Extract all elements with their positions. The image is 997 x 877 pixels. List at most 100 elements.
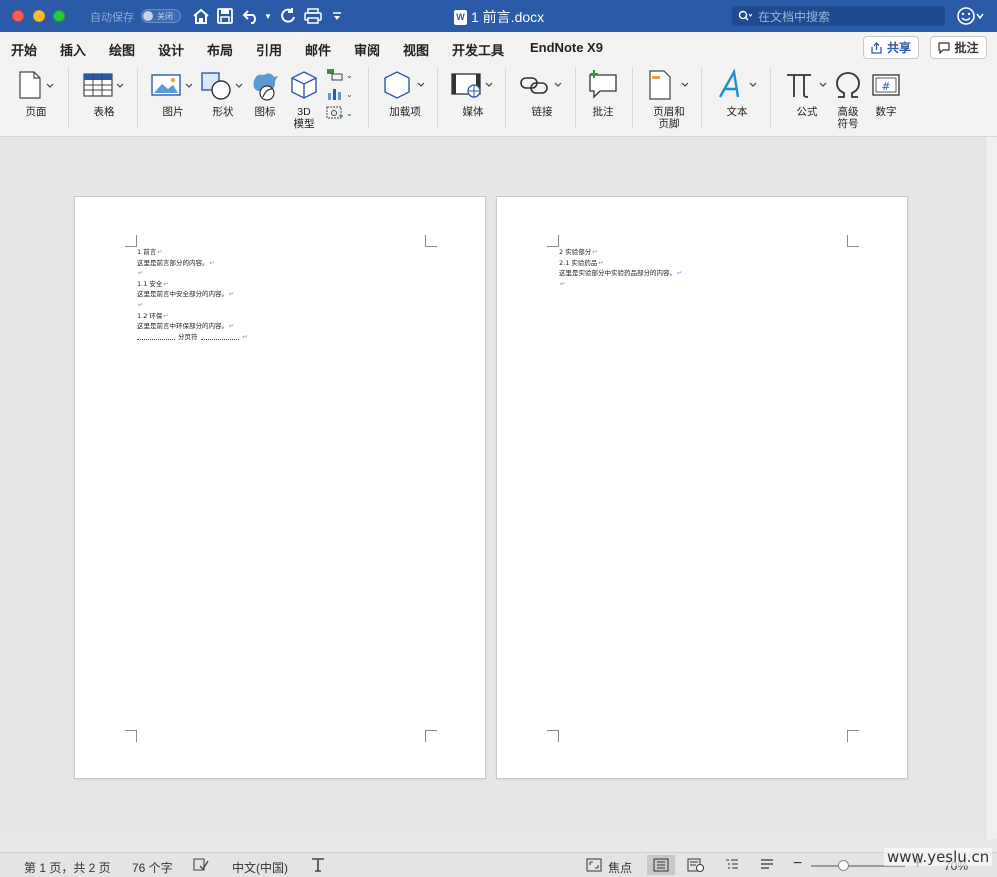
text-a-icon <box>718 69 757 98</box>
redo-icon[interactable] <box>278 6 298 26</box>
search-box[interactable]: 在文档中搜索 <box>732 6 945 26</box>
accessibility-icon[interactable] <box>310 857 326 876</box>
undo-icon[interactable]: ▼ <box>241 6 273 26</box>
document-page-2[interactable]: 2 实验部分↵ 2.1 实验药品↵ 这里是实验部分中实验药品部分的内容。↵ ↵ <box>496 196 908 779</box>
picture-icon <box>151 74 193 96</box>
crop-mark <box>425 730 437 742</box>
heading-2: 2.1 实验药品↵ <box>559 258 604 267</box>
icons-icon <box>253 73 278 101</box>
share-label: 共享 <box>886 41 911 55</box>
icons-button[interactable]: 图标 <box>248 68 282 118</box>
paragraph-mark: ↵ <box>229 290 235 299</box>
focus-icon[interactable] <box>586 858 602 875</box>
number-label: 数字 <box>875 106 897 118</box>
ribbon-divider <box>68 68 69 128</box>
maximize-window-button[interactable] <box>53 10 65 22</box>
link-button[interactable]: 链接 <box>519 68 565 118</box>
autosave-toggle[interactable]: 关闭 <box>141 9 181 23</box>
outline-view-button[interactable] <box>718 855 746 875</box>
tab-view[interactable]: 视图 <box>403 40 429 59</box>
document-title: W 1 前言.docx <box>454 7 544 27</box>
tab-endnote[interactable]: EndNote X9 <box>530 40 603 55</box>
screenshot-icon <box>326 106 343 119</box>
paragraph: 这里是前言部分的内容。↵ <box>137 258 215 267</box>
share-button[interactable]: 共享 <box>863 36 919 59</box>
paragraph-mark: ↵ <box>677 269 683 278</box>
table-label: 表格 <box>93 106 115 118</box>
print-layout-view-button[interactable] <box>647 855 675 875</box>
shapes-label: 形状 <box>212 106 234 118</box>
equation-button[interactable]: 公式 <box>784 68 830 118</box>
print-icon[interactable] <box>303 6 323 26</box>
link-label: 链接 <box>531 106 553 118</box>
new-comment-button[interactable]: 批注 <box>586 68 620 118</box>
crop-mark <box>125 730 137 742</box>
tab-draw[interactable]: 绘图 <box>109 40 135 59</box>
number-button[interactable]: # 数字 <box>872 68 900 118</box>
comments-button[interactable]: 批注 <box>930 36 987 59</box>
paragraph-mark: ↵ <box>592 248 598 256</box>
ribbon-divider <box>770 68 771 128</box>
addins-label: 加载项 <box>389 106 421 118</box>
ribbon-divider <box>368 68 369 128</box>
proofing-icon[interactable] <box>193 858 209 875</box>
tab-home[interactable]: 开始 <box>11 40 37 59</box>
table-button[interactable]: 表格 <box>82 68 126 118</box>
feedback-smiley-icon[interactable] <box>956 6 986 31</box>
pi-icon <box>787 74 827 98</box>
tab-developer[interactable]: 开发工具 <box>452 40 504 59</box>
language[interactable]: 中文(中国) <box>232 859 288 876</box>
page-label: 页面 <box>25 106 47 118</box>
web-layout-view-button[interactable] <box>682 855 710 875</box>
ribbon-divider <box>575 68 576 128</box>
document-page-1[interactable]: 1 前言↵ 这里是前言部分的内容。↵ ↵ 1.1 安全↵ 这里是前言中安全部分的… <box>74 196 486 779</box>
ribbon-divider <box>137 68 138 128</box>
vertical-scrollbar[interactable] <box>985 137 997 839</box>
share-icon <box>871 41 882 54</box>
customize-toolbar-icon[interactable] <box>330 6 344 26</box>
tab-references[interactable]: 引用 <box>256 40 282 59</box>
save-icon[interactable] <box>216 6 234 26</box>
smartart-chart-screenshot-group: ⌄ ⌄ ⌄ <box>326 68 353 120</box>
smartart-button[interactable]: ⌄ <box>326 68 353 82</box>
comments-label: 批注 <box>954 41 979 55</box>
paragraph-mark: ↵ <box>229 322 235 331</box>
watermark-text: www.yeslu.cn <box>884 848 993 866</box>
paragraph-mark: ↵ <box>209 258 215 267</box>
minimize-window-button[interactable] <box>33 10 45 22</box>
word-count[interactable]: 76 个字 <box>132 859 173 876</box>
media-film-icon <box>451 73 493 98</box>
tab-insert[interactable]: 插入 <box>60 40 87 65</box>
home-icon[interactable] <box>191 6 211 26</box>
tab-design[interactable]: 设计 <box>158 40 184 59</box>
focus-label[interactable]: 焦点 <box>608 859 632 876</box>
page-button[interactable]: 页面 <box>16 68 56 118</box>
chart-button[interactable]: ⌄ <box>326 87 353 101</box>
3d-models-button[interactable]: 3D 模型 <box>289 68 319 130</box>
crop-mark <box>425 235 437 247</box>
tab-layout[interactable]: 布局 <box>207 40 233 59</box>
page-count[interactable]: 第 1 页，共 2 页 <box>24 859 111 876</box>
addins-button[interactable]: 加载项 <box>382 68 428 118</box>
zoom-slider-knob[interactable] <box>838 860 849 871</box>
crop-mark <box>847 235 859 247</box>
crop-mark <box>847 730 859 742</box>
shapes-button[interactable]: 形状 <box>200 68 246 118</box>
tab-mailings[interactable]: 邮件 <box>305 40 331 59</box>
close-window-button[interactable] <box>12 10 24 22</box>
header-footer-button[interactable]: 页眉和 页脚 <box>646 68 692 130</box>
ribbon-divider <box>437 68 438 128</box>
advanced-symbol-button[interactable]: 高级 符号 <box>834 68 862 130</box>
tab-review[interactable]: 审阅 <box>354 40 380 59</box>
paragraph-mark: ↵ <box>163 311 169 320</box>
draft-icon <box>761 859 773 869</box>
screenshot-button[interactable]: ⌄ <box>326 106 353 120</box>
new-comment-icon <box>589 70 617 99</box>
pictures-button[interactable]: 图片 <box>150 68 196 118</box>
draft-view-button[interactable] <box>753 855 781 875</box>
page-2-text: 2 实验部分↵ 2.1 实验药品↵ 这里是实验部分中实验药品部分的内容。↵ ↵ <box>559 247 682 289</box>
media-button[interactable]: 媒体 <box>450 68 496 118</box>
text-button[interactable]: 文本 <box>714 68 760 118</box>
page-icon <box>19 71 54 99</box>
zoom-out-button[interactable]: − <box>793 855 802 873</box>
